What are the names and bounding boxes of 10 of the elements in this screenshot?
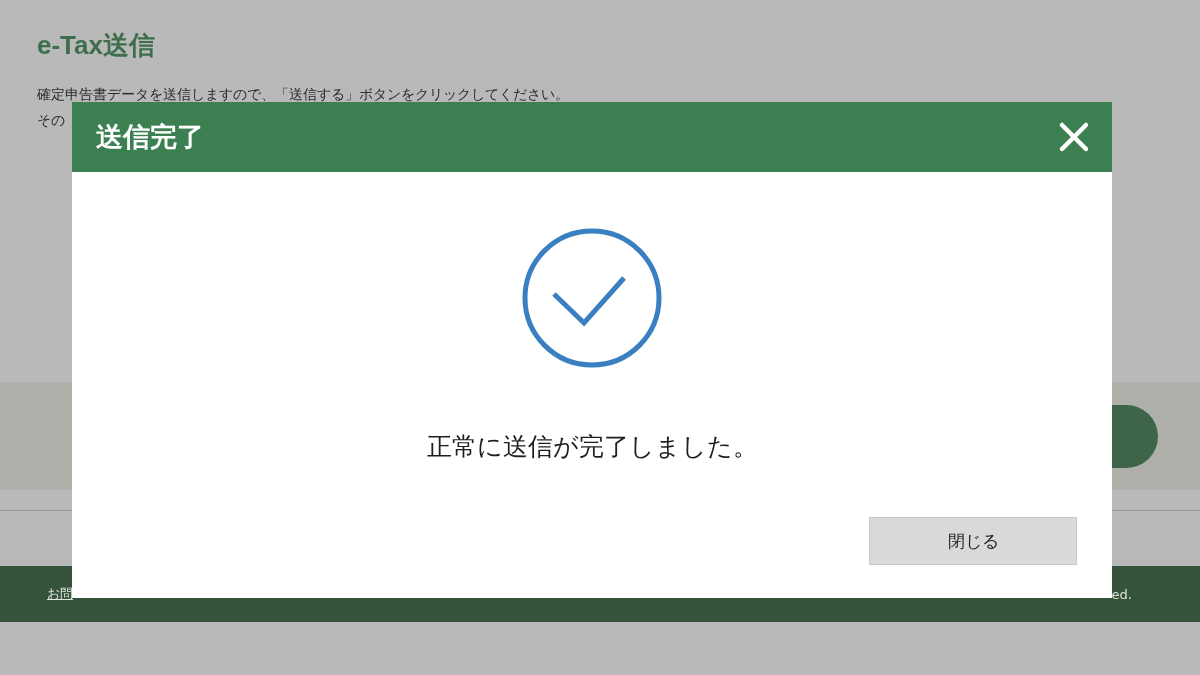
instruction-text: 確定申告書データを送信しますので、「送信する」ボタンをクリックしてください。 <box>37 85 569 103</box>
close-button[interactable] <box>1058 121 1090 153</box>
copyright-text: ed. <box>1111 586 1132 602</box>
footer-link[interactable]: お問 <box>47 585 73 603</box>
dialog-title: 送信完了 <box>96 120 204 154</box>
instruction-text: その <box>37 111 65 129</box>
close-dialog-button[interactable]: 閉じる <box>869 517 1077 565</box>
check-circle-icon <box>522 228 662 368</box>
page-title: e-Tax送信 <box>37 29 155 62</box>
success-message: 正常に送信が完了しました。 <box>426 431 758 463</box>
